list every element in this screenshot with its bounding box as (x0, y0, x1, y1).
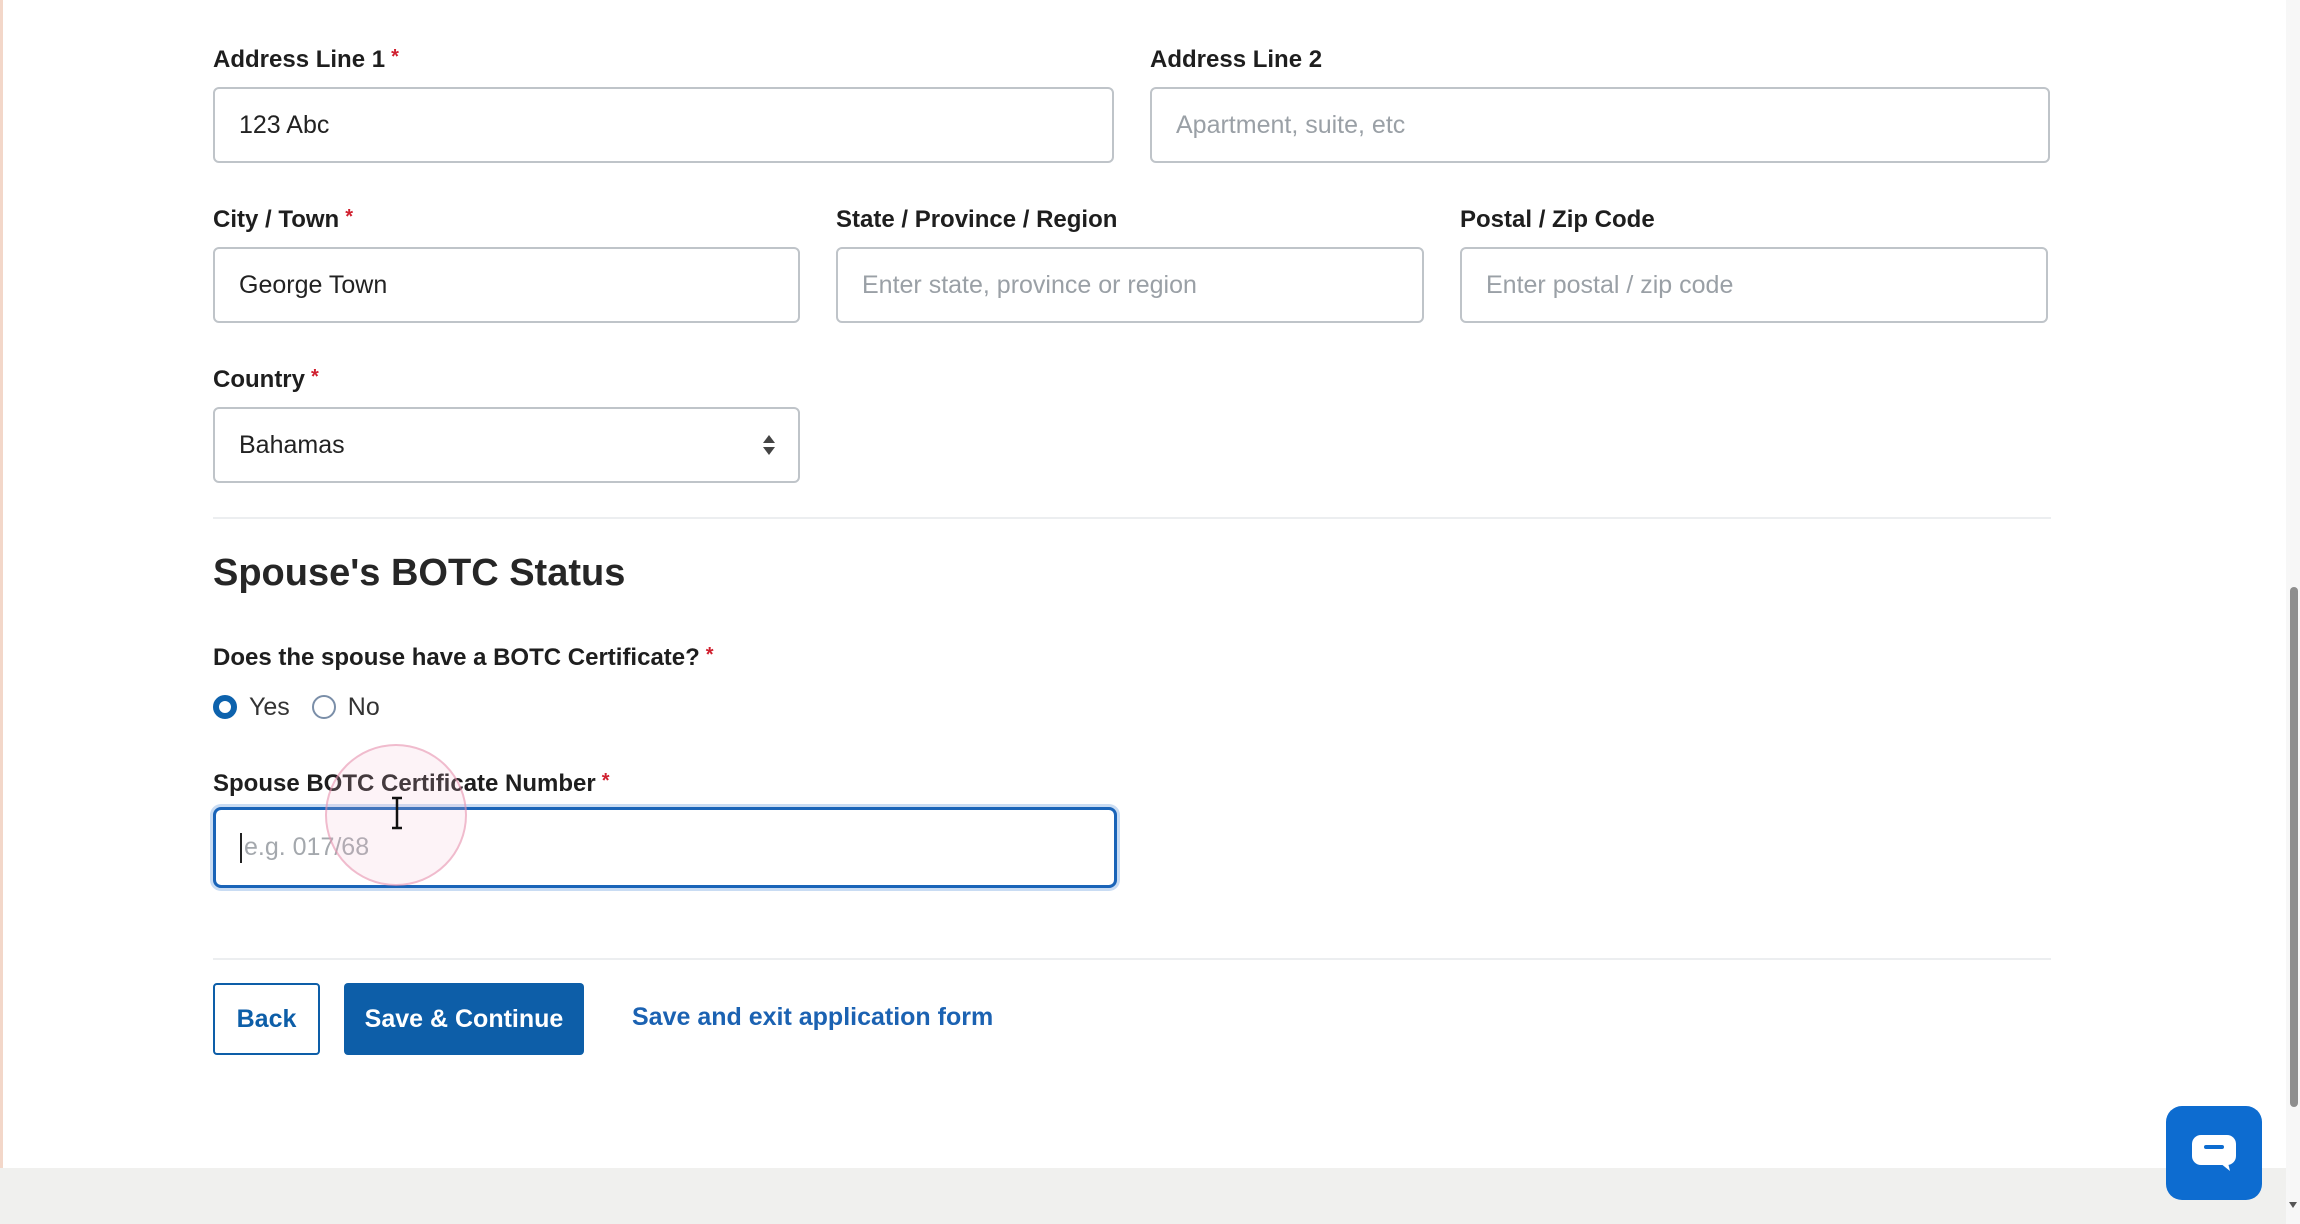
text-caret (240, 832, 242, 863)
postal-label: Postal / Zip Code (1460, 206, 1655, 233)
footer-band (0, 1168, 2300, 1224)
cert-number-label: Spouse BOTC Certificate Number * (213, 770, 610, 797)
address-line2-label: Address Line 2 (1150, 46, 1323, 73)
left-border (0, 0, 3, 1168)
section-title: Spouse's BOTC Status (213, 552, 626, 594)
state-input[interactable]: Enter state, province or region (836, 247, 1424, 323)
radio-no-button[interactable] (311, 695, 336, 719)
address-line1-input[interactable]: 123 Abc (213, 87, 1114, 163)
chat-bubble-icon (2192, 1135, 2236, 1171)
section-divider (213, 517, 2051, 519)
city-label: City / Town * (213, 206, 354, 233)
select-arrows-icon (763, 435, 775, 455)
country-select[interactable]: Bahamas (213, 407, 800, 483)
required-marker: * (311, 366, 319, 388)
address-line2-input[interactable]: Apartment, suite, etc (1150, 87, 2050, 163)
save-continue-button[interactable]: Save & Continue (344, 983, 584, 1055)
required-marker: * (391, 46, 399, 68)
cert-number-input[interactable]: e.g. 017/68 (213, 807, 1117, 888)
scrollbar-thumb[interactable] (2290, 587, 2298, 1107)
city-input[interactable]: George Town (213, 247, 800, 323)
save-exit-link[interactable]: Save and exit application form (632, 1003, 993, 1032)
botc-radio-group: Yes No (213, 690, 402, 724)
state-label: State / Province / Region (836, 206, 1118, 233)
radio-yes-button[interactable] (213, 695, 237, 719)
chat-button[interactable] (2166, 1106, 2262, 1200)
botc-question: Does the spouse have a BOTC Certificate?… (213, 644, 714, 671)
radio-yes-label: Yes (249, 692, 290, 721)
radio-no-label: No (347, 692, 380, 721)
back-button[interactable]: Back (213, 983, 320, 1055)
required-marker: * (705, 644, 714, 666)
application-form-page: Address Line 1 * 123 Abc Address Line 2 A… (0, 0, 2300, 1224)
radio-yes[interactable]: Yes (213, 693, 290, 722)
country-label: Country * (213, 366, 319, 393)
actions-divider (213, 958, 2051, 960)
scroll-down-arrow-icon[interactable] (2288, 1200, 2298, 1210)
radio-no[interactable]: No (311, 692, 380, 722)
required-marker: * (345, 206, 354, 228)
postal-input[interactable]: Enter postal / zip code (1460, 247, 2048, 323)
required-marker: * (601, 770, 610, 792)
address-line1-label: Address Line 1 * (213, 46, 399, 73)
